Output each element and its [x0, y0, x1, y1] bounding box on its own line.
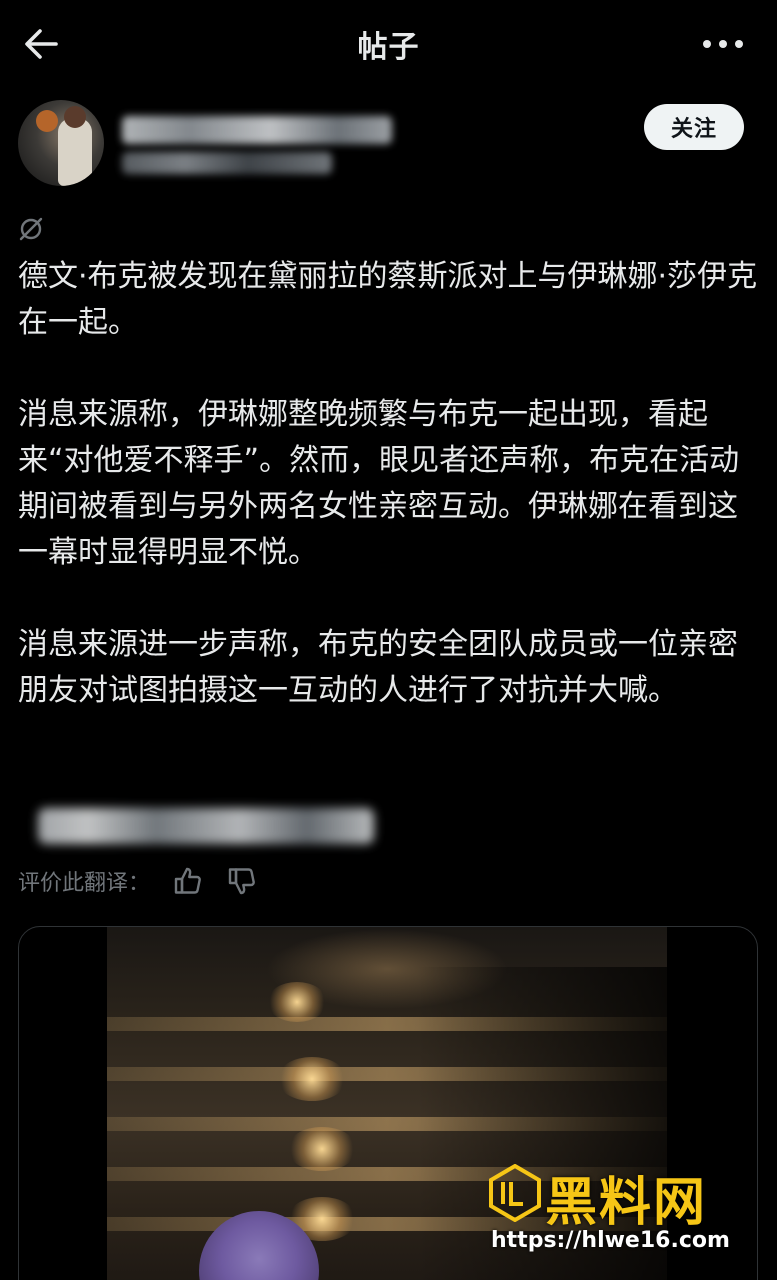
- watermark-logo-icon: [489, 1164, 541, 1222]
- more-button[interactable]: [701, 30, 745, 58]
- back-button[interactable]: [20, 22, 64, 66]
- watermark-name: 黑料网: [545, 1173, 708, 1233]
- source-link-redacted[interactable]: [38, 808, 374, 844]
- avatar[interactable]: [18, 100, 104, 186]
- post-paragraph-1: 德文·布克被发现在黛丽拉的蔡斯派对上与伊琳娜·莎伊克在一起。: [18, 259, 758, 340]
- post-paragraph-3: 消息来源进一步声称，布克的安全团队成员或一位亲密朋友对试图拍摄这一互动的人进行了…: [18, 627, 738, 708]
- thumb-down-icon[interactable]: [226, 865, 258, 897]
- author-row: 关注: [18, 100, 758, 192]
- post-paragraph-2: 消息来源称，伊琳娜整晚频繁与布克一起出现，看起来“对他爱不释手”。然而，眼见者还…: [18, 397, 740, 570]
- top-bar: 帖子: [0, 0, 777, 88]
- follow-button[interactable]: 关注: [644, 104, 744, 150]
- author-handle-redacted: [122, 152, 332, 174]
- rate-translation-label: 评价此翻译：: [18, 871, 151, 896]
- watermark: 黑料网 https://hlwe16.com: [489, 1160, 759, 1260]
- arrow-left-icon: [25, 29, 58, 59]
- rate-translation: 评价此翻译：: [18, 862, 258, 900]
- more-horizontal-icon: [703, 40, 743, 48]
- post-text: 德文·布克被发现在黛丽拉的蔡斯派对上与伊琳娜·莎伊克在一起。 消息来源称，伊琳娜…: [18, 254, 760, 760]
- watermark-url: https://hlwe16.com: [491, 1228, 730, 1253]
- thumb-up-icon[interactable]: [172, 865, 204, 897]
- post-screen: 帖子 关注 德文·布克被发现在黛丽拉的蔡斯派对上与伊琳娜·莎伊克在一起。 消息来…: [0, 0, 777, 1280]
- page-title: 帖子: [357, 30, 420, 65]
- translate-icon: [18, 216, 44, 242]
- author-name-redacted[interactable]: [122, 116, 392, 144]
